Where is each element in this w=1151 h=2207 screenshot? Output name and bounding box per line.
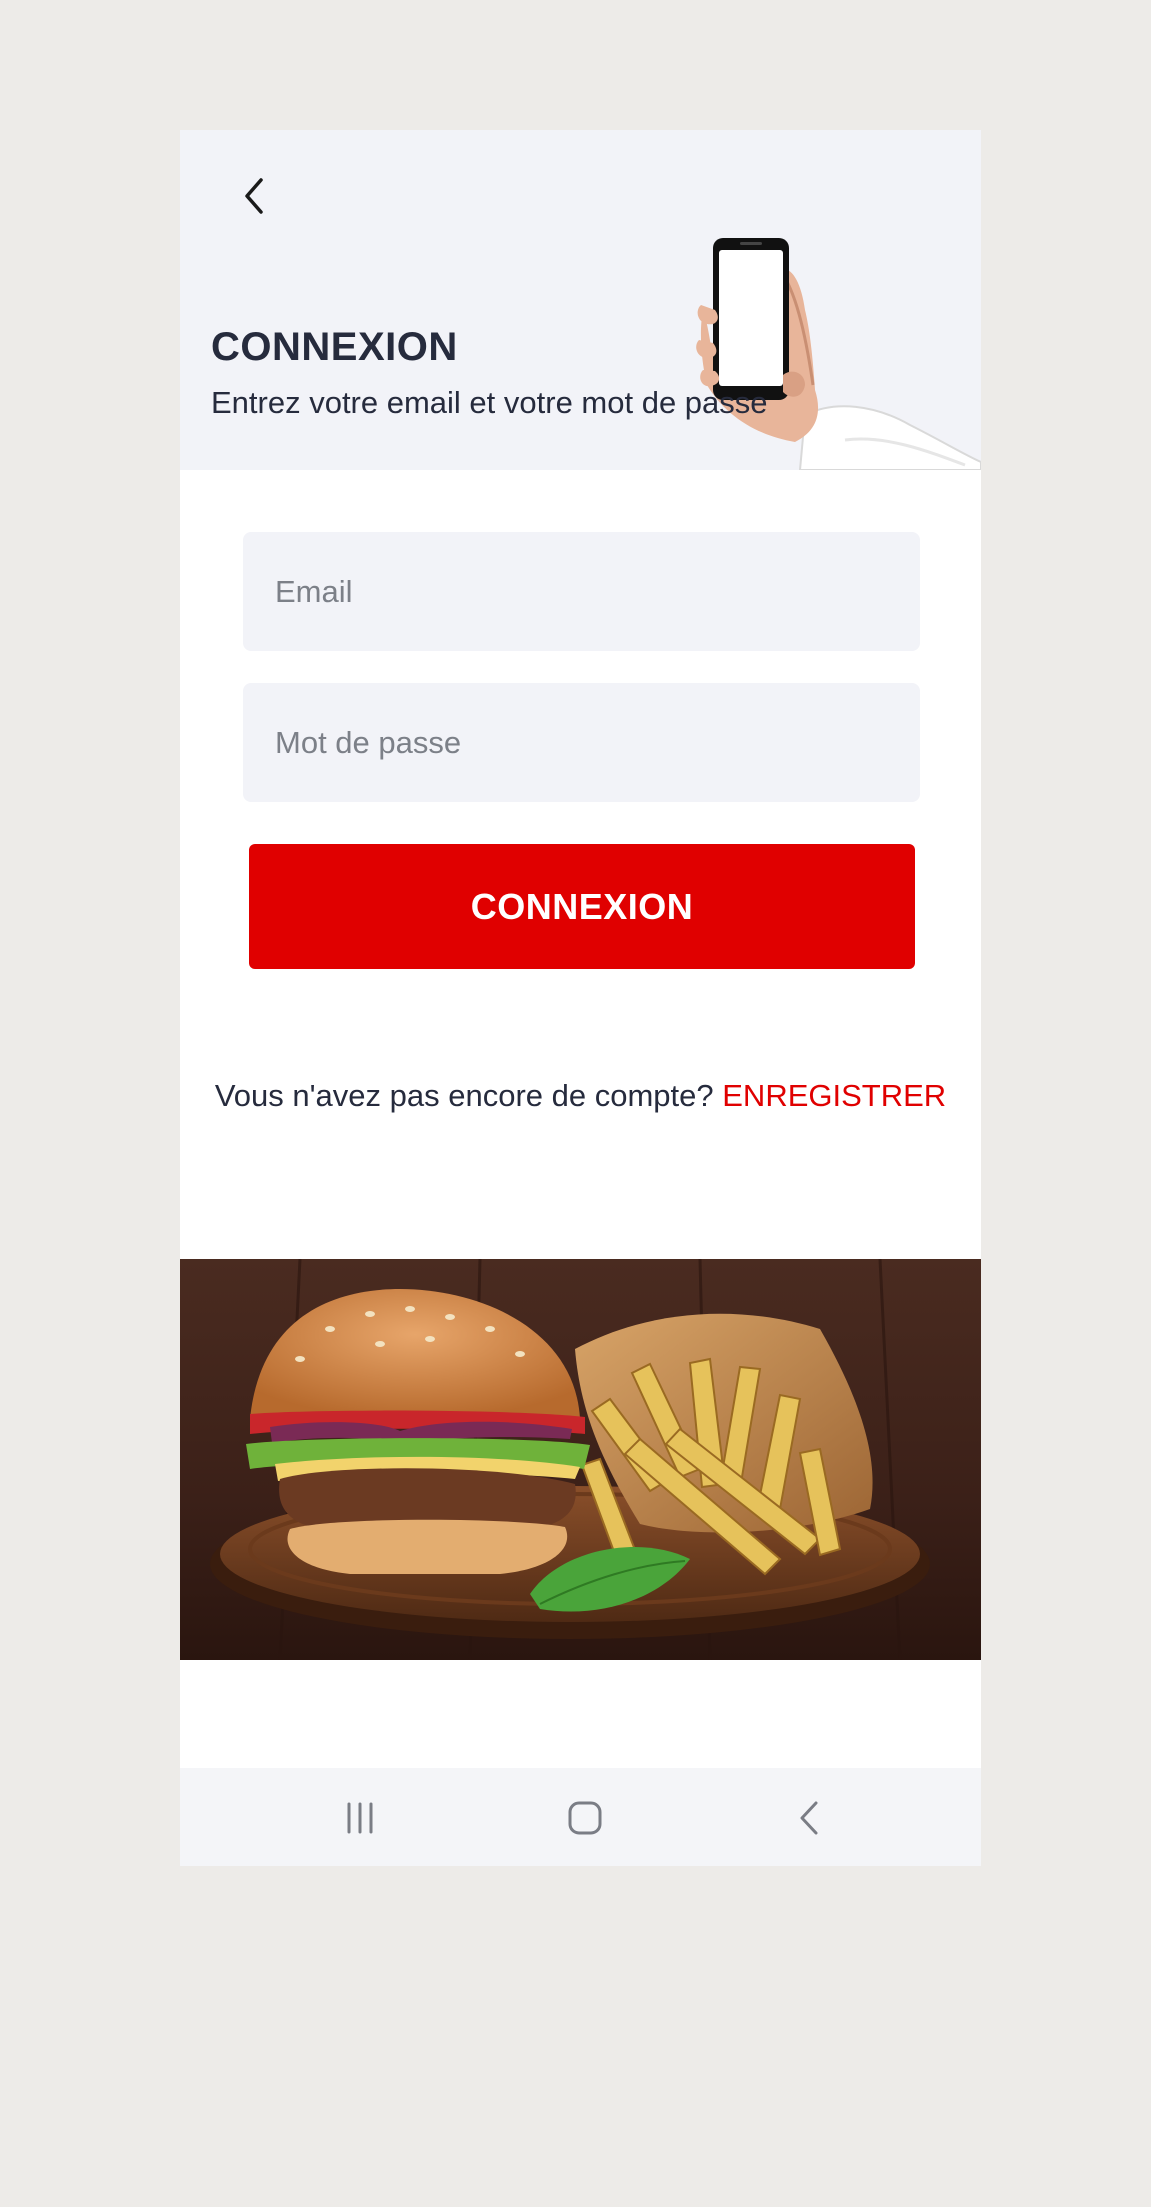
email-field[interactable] <box>243 532 920 651</box>
home-icon <box>568 1801 602 1835</box>
hand-phone-illustration <box>696 238 981 470</box>
register-prompt: Vous n'avez pas encore de compte? ENREGI… <box>180 1078 981 1114</box>
system-navbar <box>180 1768 981 1866</box>
back-icon <box>800 1801 818 1835</box>
register-link[interactable]: ENREGISTRER <box>722 1078 946 1113</box>
device-frame: CONNEXION Entrez votre email et votre mo… <box>0 0 1151 2207</box>
page-title: CONNEXION <box>211 325 458 369</box>
register-prompt-text: Vous n'avez pas encore de compte? <box>214 1078 723 1113</box>
login-button[interactable]: CONNEXION <box>249 844 915 969</box>
recent-apps-icon <box>347 1802 373 1834</box>
home-button[interactable] <box>555 1788 615 1848</box>
app-screen: CONNEXION Entrez votre email et votre mo… <box>180 130 981 1866</box>
system-back-button[interactable] <box>780 1788 840 1848</box>
chevron-left-icon <box>245 178 263 214</box>
recent-apps-button[interactable] <box>330 1788 390 1848</box>
password-field[interactable] <box>243 683 920 802</box>
login-header: CONNEXION Entrez votre email et votre mo… <box>180 130 981 470</box>
back-button[interactable] <box>228 170 280 222</box>
page-subtitle: Entrez votre email et votre mot de passe <box>211 385 768 420</box>
burger-fries-image <box>180 1259 981 1660</box>
